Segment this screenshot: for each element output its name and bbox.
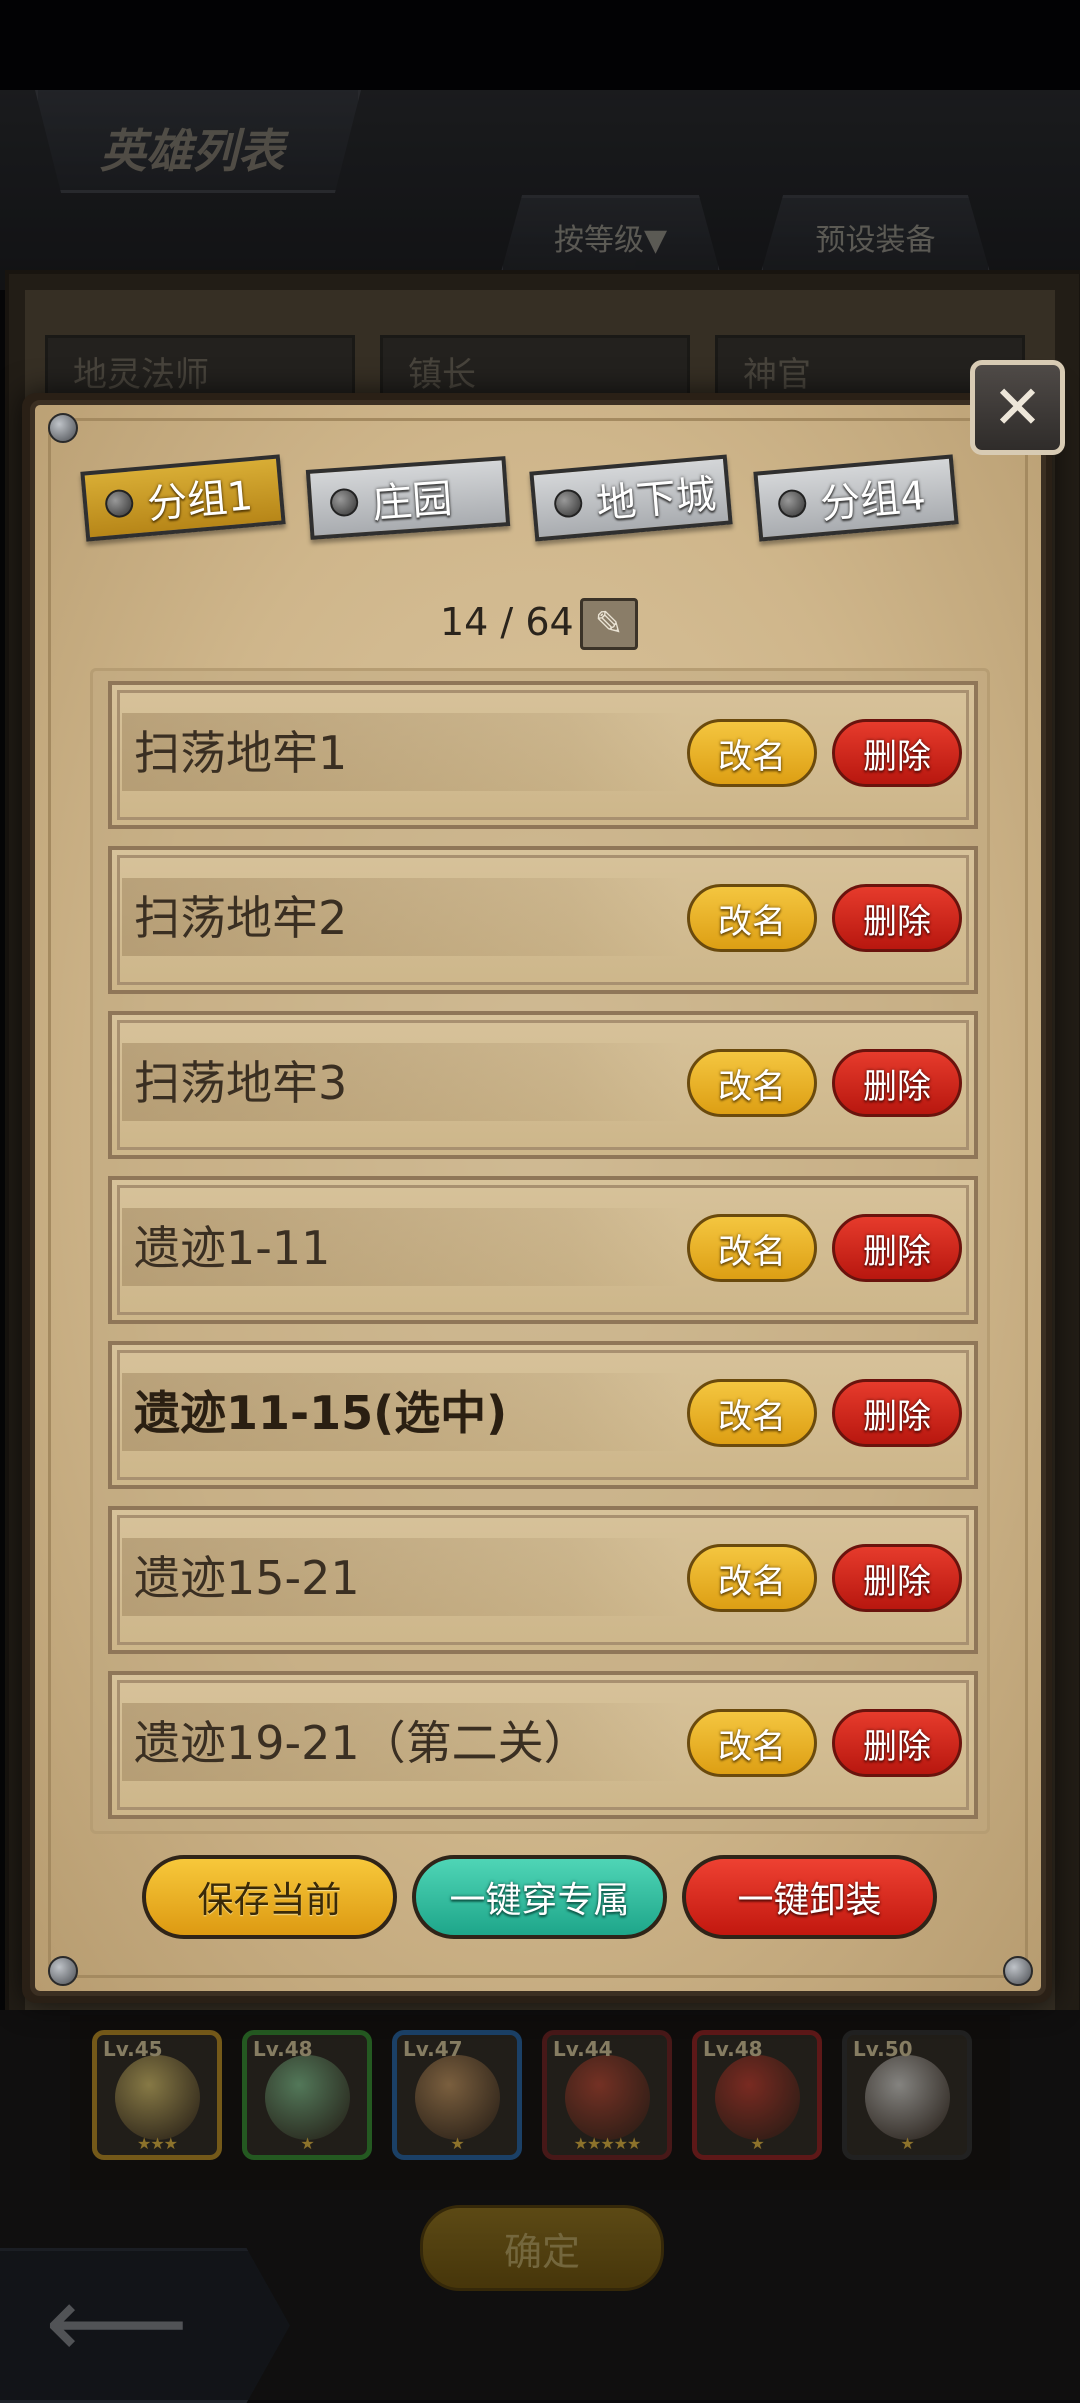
- unequip-all-button[interactable]: 一键卸装: [682, 1855, 937, 1939]
- delete-button[interactable]: 删除: [832, 1379, 962, 1447]
- delete-button[interactable]: 删除: [832, 719, 962, 787]
- delete-button[interactable]: 删除: [832, 884, 962, 952]
- list-item-selected[interactable]: 遗迹11-15(选中) 改名 删除: [108, 1341, 978, 1489]
- edit-count-button[interactable]: ✎: [580, 598, 638, 650]
- preset-name: 扫荡地牢2: [134, 891, 348, 945]
- rename-button[interactable]: 改名: [687, 1709, 817, 1777]
- tab-label: 分组4: [818, 473, 928, 529]
- delete-button[interactable]: 删除: [832, 1049, 962, 1117]
- rename-button[interactable]: 改名: [687, 719, 817, 787]
- list-item[interactable]: 遗迹19-21（第二关） 改名 删除: [108, 1671, 978, 1819]
- tab-rivet-icon: [553, 488, 584, 519]
- preset-name: 遗迹15-21: [134, 1551, 360, 1605]
- tab-manor[interactable]: 庄园: [305, 456, 511, 540]
- equip-exclusive-button[interactable]: 一键穿专属: [412, 1855, 667, 1939]
- preset-name: 扫荡地牢3: [134, 1056, 348, 1110]
- pencil-icon: ✎: [594, 604, 624, 644]
- rename-button[interactable]: 改名: [687, 884, 817, 952]
- rivet-icon: [48, 1956, 78, 1986]
- preset-name: 扫荡地牢1: [134, 726, 348, 780]
- rename-button[interactable]: 改名: [687, 1544, 817, 1612]
- close-button[interactable]: ✕: [970, 360, 1065, 455]
- delete-button[interactable]: 删除: [832, 1214, 962, 1282]
- list-item[interactable]: 遗迹1-11 改名 删除: [108, 1176, 978, 1324]
- list-item[interactable]: 扫荡地牢2 改名 删除: [108, 846, 978, 994]
- tab-label: 地下城: [594, 471, 719, 528]
- list-item[interactable]: 扫荡地牢1 改名 删除: [108, 681, 978, 829]
- tab-rivet-icon: [329, 487, 360, 518]
- tab-rivet-icon: [777, 488, 808, 519]
- rivet-icon: [48, 413, 78, 443]
- rename-button[interactable]: 改名: [687, 1379, 817, 1447]
- preset-name: 遗迹19-21（第二关）: [134, 1716, 590, 1770]
- list-item[interactable]: 扫荡地牢3 改名 删除: [108, 1011, 978, 1159]
- preset-name: 遗迹11-15(选中): [134, 1386, 508, 1440]
- rename-button[interactable]: 改名: [687, 1049, 817, 1117]
- preset-list: 扫荡地牢1 改名 删除 扫荡地牢2 改名 删除 扫荡地牢3 改名 删除 遗迹1-…: [90, 668, 990, 1834]
- tab-label: 分组1: [145, 473, 255, 529]
- rename-button[interactable]: 改名: [687, 1214, 817, 1282]
- delete-button[interactable]: 删除: [832, 1709, 962, 1777]
- delete-button[interactable]: 删除: [832, 1544, 962, 1612]
- list-item[interactable]: 遗迹15-21 改名 删除: [108, 1506, 978, 1654]
- preset-name: 遗迹1-11: [134, 1221, 331, 1275]
- preset-count: 14 / 64: [440, 600, 574, 644]
- rivet-icon: [1003, 1956, 1033, 1986]
- tab-rivet-icon: [104, 488, 135, 519]
- close-icon: ✕: [992, 372, 1043, 443]
- tab-label: 庄园: [370, 475, 454, 528]
- save-current-button[interactable]: 保存当前: [142, 1855, 397, 1939]
